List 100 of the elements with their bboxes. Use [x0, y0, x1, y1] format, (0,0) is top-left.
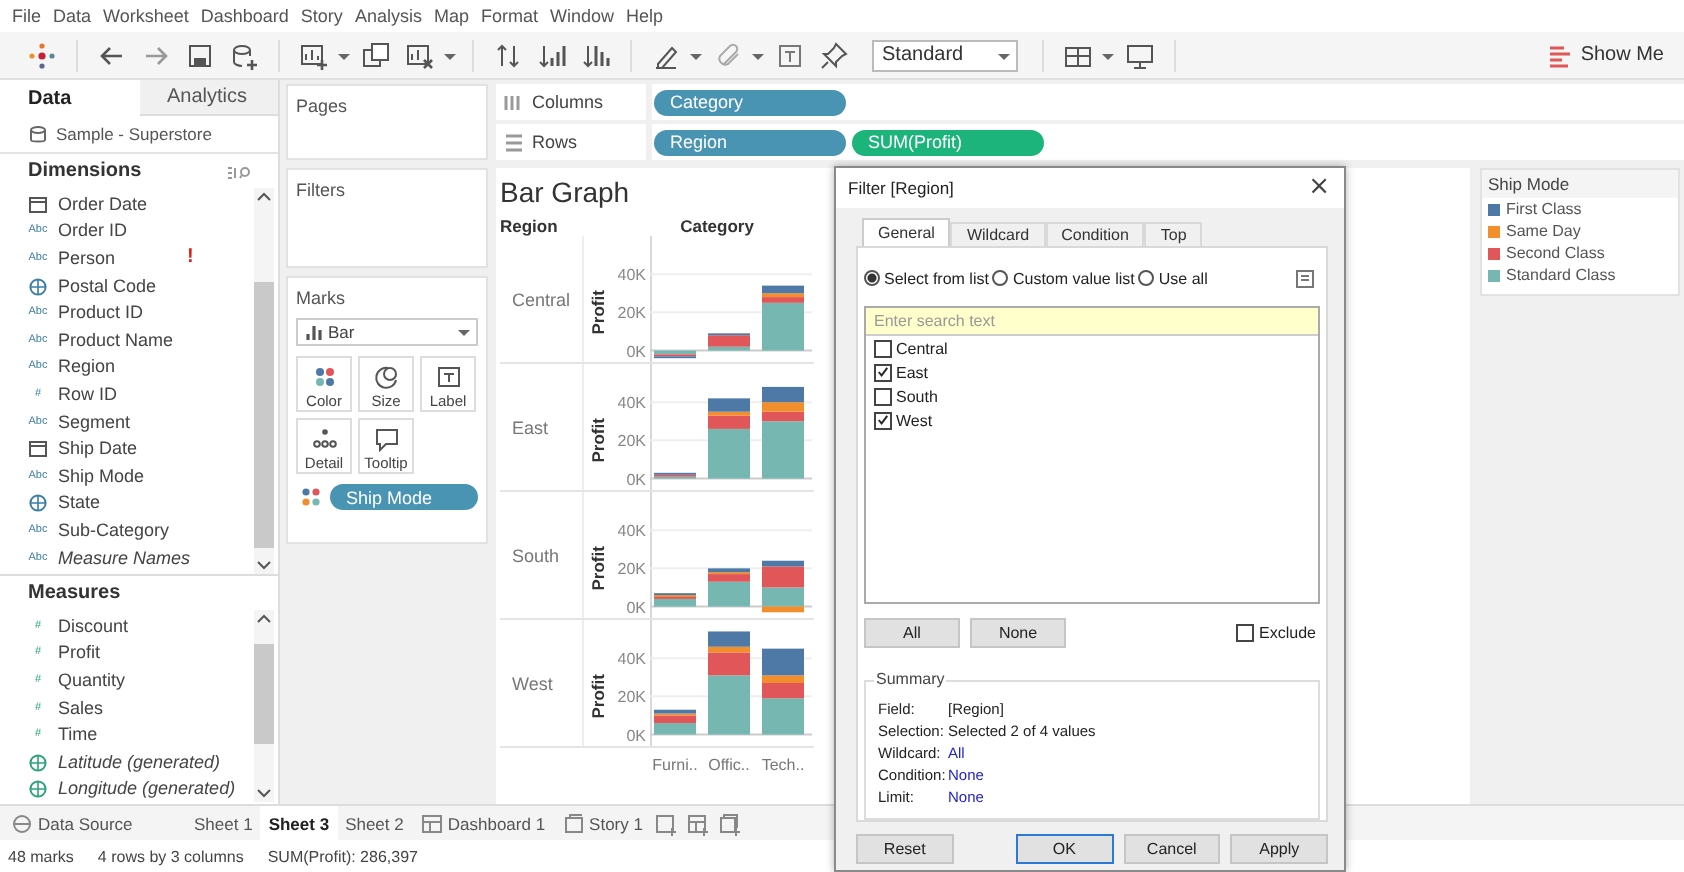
scrollbar[interactable]: [254, 188, 274, 574]
sheet-tab[interactable]: Sheet 1: [186, 806, 261, 840]
checkbox[interactable]: [874, 363, 892, 381]
new-dashboard-icon[interactable]: [686, 811, 711, 835]
data-source-name[interactable]: Sample - Superstore: [56, 124, 212, 144]
checkbox-label[interactable]: West: [896, 411, 933, 429]
sheet-tab[interactable]: Story 1: [553, 806, 651, 840]
sheet-tab[interactable]: Dashboard 1: [411, 806, 554, 840]
menu-item[interactable]: File: [6, 4, 48, 28]
dialog-tab[interactable]: Condition: [1045, 222, 1145, 246]
menu-item[interactable]: Worksheet: [97, 4, 195, 28]
scrollbar[interactable]: [254, 610, 274, 802]
sheet-tab[interactable]: Data Source: [0, 806, 170, 840]
checkbox-label[interactable]: East: [896, 363, 929, 381]
field-item[interactable]: Ship Date: [26, 434, 254, 462]
sheet-tab[interactable]: Sheet 2: [337, 806, 412, 840]
monitor-icon[interactable]: [1124, 39, 1156, 71]
checkbox[interactable]: [874, 339, 892, 357]
chart-clear-icon[interactable]: [404, 39, 436, 71]
calendar-icon: [26, 436, 50, 461]
dialog-button[interactable]: Apply: [1230, 834, 1328, 864]
checkbox[interactable]: [874, 411, 892, 429]
view-size-dropdown[interactable]: Standard: [872, 39, 1018, 71]
status-text: 48 marks: [8, 847, 74, 865]
dialog-button[interactable]: OK: [1015, 834, 1113, 864]
list-menu-icon[interactable]: [1294, 267, 1316, 289]
status-text: SUM(Profit): 286,397: [267, 847, 418, 865]
dialog-button[interactable]: Cancel: [1123, 834, 1221, 864]
legend-title: Ship Mode: [1482, 170, 1678, 198]
menu-item[interactable]: Analysis: [348, 4, 428, 28]
menu-item[interactable]: Data: [47, 4, 98, 28]
scroll-down-icon[interactable]: [254, 556, 274, 574]
search-field[interactable]: Enter search text: [866, 308, 1318, 336]
dialog-tab[interactable]: Wildcard: [950, 222, 1046, 246]
legend-label: First Class: [1506, 200, 1582, 218]
checkbox[interactable]: [1235, 624, 1254, 642]
worksheet-title: Bar Graph: [500, 176, 630, 212]
globe-icon: [26, 490, 50, 515]
menu-item[interactable]: Story: [294, 4, 349, 28]
menu-item[interactable]: Window: [543, 4, 620, 28]
paperclip-icon[interactable]: [712, 39, 744, 71]
pin-icon[interactable]: [818, 39, 850, 71]
pane-tab[interactable]: Analytics: [139, 80, 278, 116]
story-icon: [561, 811, 584, 835]
radio-button[interactable]: [1138, 270, 1155, 286]
field-item[interactable]: State: [26, 489, 254, 517]
field-item[interactable]: Longitude (generated): [26, 775, 254, 803]
radio-label[interactable]: Use all: [1158, 269, 1208, 287]
swap-icon[interactable]: [492, 39, 524, 71]
check-icon: [876, 364, 890, 380]
dialog-tab[interactable]: Top: [1144, 222, 1203, 246]
region-label: Central: [510, 287, 573, 313]
field-item[interactable]: Order Date: [26, 190, 254, 218]
checkbox-label[interactable]: Central: [896, 339, 948, 357]
field-item[interactable]: Latitude (generated): [26, 747, 254, 776]
field-item[interactable]: Postal Code: [26, 271, 254, 299]
new-sheet-icon[interactable]: [654, 811, 679, 835]
select-button[interactable]: None: [970, 618, 1066, 648]
checkbox-label[interactable]: Exclude: [1259, 624, 1316, 642]
check-icon: [876, 412, 890, 428]
radio-button[interactable]: [864, 270, 880, 286]
copy-icon[interactable]: [360, 39, 392, 71]
menu-item[interactable]: Help: [620, 4, 670, 28]
view-search-icon[interactable]: [226, 161, 250, 181]
menu-item[interactable]: Map: [427, 4, 475, 28]
new-story-icon[interactable]: [718, 811, 743, 835]
scroll-up-icon[interactable]: [254, 188, 274, 206]
checkbox-label[interactable]: South: [896, 387, 938, 405]
caret-icon: [454, 324, 470, 340]
scroll-down-icon[interactable]: [254, 784, 274, 802]
globe-icon: [26, 273, 50, 298]
radio-button[interactable]: [992, 270, 1009, 286]
select-button[interactable]: All: [864, 618, 960, 648]
save-icon[interactable]: [184, 39, 216, 71]
logo-icon[interactable]: [26, 39, 58, 71]
text-box-icon[interactable]: [774, 39, 806, 71]
row-header: Region: [500, 216, 560, 236]
scroll-up-icon[interactable]: [254, 610, 274, 628]
database-plus-icon[interactable]: [228, 39, 260, 71]
checkbox[interactable]: [874, 387, 892, 405]
mark-type-dropdown[interactable]: Bar: [296, 318, 478, 346]
axis-tick-label: 20K: [617, 560, 646, 579]
dialog-title: Filter [Region]: [848, 178, 954, 198]
sheet-tab[interactable]: Sheet 3: [260, 806, 338, 840]
label-icon: [435, 363, 461, 389]
dialog-tab[interactable]: General: [862, 218, 951, 246]
close-button[interactable]: ×: [1302, 174, 1336, 202]
axis-tick-label: 0K: [626, 470, 646, 489]
detail-icon: [311, 425, 337, 451]
show-me-button[interactable]: Show Me: [1538, 41, 1672, 69]
group-title: Summary: [874, 670, 947, 688]
axis-title: Profit: [588, 674, 608, 719]
axis-category-label: Tech..: [759, 756, 807, 774]
chart-plus-icon[interactable]: [298, 39, 330, 71]
axis-tick-label: 40K: [617, 650, 646, 669]
menu-item[interactable]: Dashboard: [194, 4, 295, 28]
radio-label[interactable]: Select from list: [884, 269, 989, 287]
menu-item[interactable]: Format: [474, 4, 544, 28]
dialog-button[interactable]: Reset: [856, 834, 954, 864]
radio-label[interactable]: Custom value list: [1012, 269, 1135, 287]
